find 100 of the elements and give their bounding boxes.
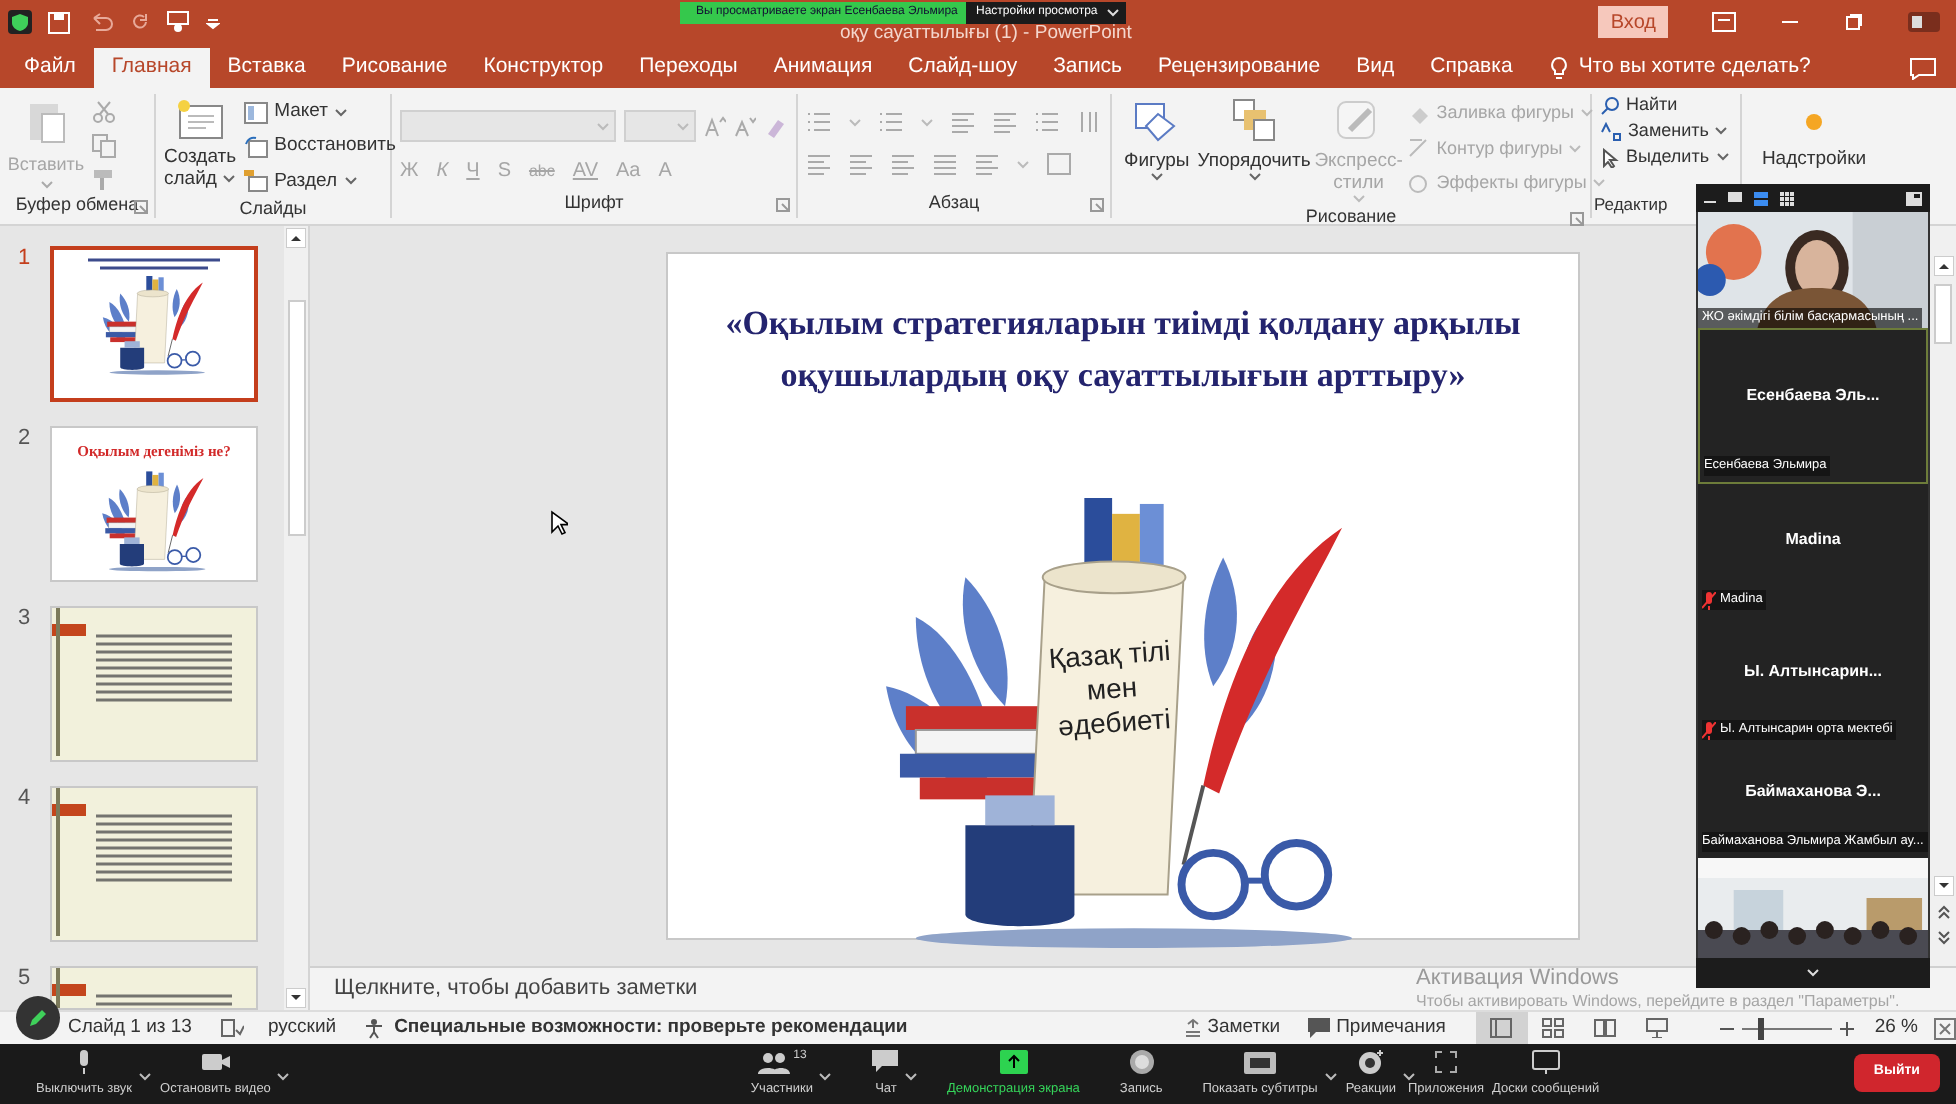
launcher-icon [776, 198, 790, 212]
customize-icon [206, 15, 220, 29]
ribbon-tab[interactable]: Вид [1338, 48, 1413, 88]
restore-icon [1844, 12, 1864, 32]
scrollbar[interactable] [284, 226, 308, 1010]
redo-icon [130, 12, 150, 32]
ribbon-button[interactable]: Выделить [1600, 146, 1730, 168]
numbering-icon [878, 110, 904, 134]
caret-icon [848, 117, 862, 127]
slide-number: 2 [18, 426, 33, 454]
group-label: Слайды [239, 195, 307, 222]
lightbulb-icon [1550, 56, 1569, 80]
caret-icon [1715, 152, 1730, 162]
grow-font-icon [704, 115, 726, 137]
launcher-icon [1090, 198, 1104, 212]
next-slide-icon [1933, 928, 1953, 948]
zoom-level[interactable]: 26 % [1874, 1013, 1918, 1043]
slide-number: 3 [18, 606, 33, 634]
caret-icon [1016, 159, 1030, 169]
ribbon-tab[interactable]: Вставка [209, 48, 324, 88]
notes-button[interactable]: Заметки [1183, 1013, 1281, 1043]
text-direction-icon [1076, 110, 1102, 134]
scrollbar[interactable] [1930, 226, 1956, 966]
ribbon-tab[interactable]: Слайд-шоу [890, 48, 1036, 88]
zoom-in-icon [1840, 1021, 1855, 1035]
smartart-icon [1046, 152, 1072, 176]
comment-icon [1910, 58, 1936, 80]
activation-title: Активация Windows [1416, 966, 1619, 990]
scroll-down-icon [1933, 876, 1953, 896]
share-screen-icon [999, 1050, 1028, 1074]
group-label: Редактир [1594, 191, 1668, 217]
clear-format-icon [764, 115, 786, 137]
accessibility-status[interactable]: Специальные возможности: проверьте рекомендации [394, 1013, 908, 1043]
addins-icon [1806, 114, 1822, 130]
ribbon-button[interactable]: Макет [244, 98, 396, 127]
caret-icon [818, 1072, 833, 1083]
reset-icon [244, 135, 269, 158]
reactions-icon [1357, 1050, 1384, 1074]
new-slide-icon [176, 98, 225, 142]
caret-icon [1580, 108, 1595, 119]
camera-icon [201, 1052, 230, 1072]
line-spacing-icon [1034, 110, 1060, 134]
launcher-icon [1570, 212, 1584, 226]
caret-icon [676, 121, 690, 131]
microphone-icon [76, 1050, 93, 1074]
group-label: Буфер обмена [15, 192, 139, 218]
slideshow-view-icon [1646, 1018, 1669, 1038]
ribbon-button[interactable]: Упорядочить [1193, 98, 1315, 204]
section-icon [244, 170, 269, 193]
scroll-thumb[interactable] [287, 300, 305, 536]
ribbon-tab[interactable]: Рисование [323, 48, 466, 88]
view-button[interactable] [1475, 1012, 1528, 1044]
ribbon-button[interactable]: Раздел [244, 167, 396, 196]
columns-icon [974, 152, 1000, 176]
ribbon-tab[interactable]: Анимация [755, 48, 891, 88]
ribbon-tab[interactable]: Запись [1035, 48, 1141, 88]
slide-number: 5 [18, 966, 33, 994]
addins-button[interactable]: Надстройки [1761, 114, 1867, 175]
ribbon-tab[interactable]: Справка [1412, 48, 1531, 88]
caret-icon [1247, 172, 1262, 182]
ribbon-tab[interactable]: Рецензирование [1140, 48, 1339, 88]
participant-name: Есенбаева Эль... [1746, 384, 1880, 408]
ribbon-button[interactable]: Фигуры [1120, 98, 1194, 204]
outdent-icon [992, 110, 1018, 134]
ribbon-tab[interactable]: Переходы [621, 48, 756, 88]
caret-icon [1401, 1072, 1416, 1083]
fit-slide-icon [1934, 1017, 1956, 1039]
caret-icon [334, 107, 348, 118]
new-slide-button[interactable]: Создать слайд [164, 98, 237, 196]
copy-icon [92, 134, 116, 158]
whiteboard-icon [1531, 1050, 1560, 1074]
window-title: оқу сауаттылығы (1) - PowerPoint [840, 24, 1132, 44]
grid-view-icon [1780, 191, 1794, 205]
outline-icon [1408, 138, 1431, 159]
fill-icon [1408, 103, 1431, 124]
ribbon-button[interactable]: Восстановить [244, 132, 396, 161]
slide-thumbnail[interactable] [50, 246, 258, 402]
comments-button[interactable]: Примечания [1308, 1013, 1446, 1043]
ribbon-tab[interactable]: Файл [6, 48, 94, 88]
ribbon-tab[interactable]: Главная [93, 48, 210, 88]
caret-icon [1323, 1072, 1338, 1083]
caret-icon [596, 121, 610, 131]
align-left-icon [806, 152, 832, 176]
speaker-view-icon [1728, 192, 1742, 204]
ribbon-button[interactable]: Заменить [1600, 120, 1730, 142]
comment-icon [1308, 1018, 1331, 1038]
zoom-slider[interactable] [1741, 1017, 1833, 1039]
tell-me-field[interactable]: Что вы хотите сделать? [1578, 52, 1811, 84]
participant-name: Ы. Алтынсарин... [1743, 659, 1883, 683]
sign-in-button[interactable]: Вход [1598, 6, 1668, 38]
participant-name: Баймаханова Э... [1745, 780, 1881, 804]
indent-icon [950, 110, 976, 134]
scroll-up-icon [1933, 256, 1953, 276]
notes-field[interactable]: Щелкните, чтобы добавить заметки [334, 972, 698, 1006]
language-label[interactable]: русский [267, 1013, 337, 1043]
font-size-field[interactable] [624, 110, 696, 142]
ribbon-display-icon [1712, 12, 1736, 32]
ribbon-tab[interactable]: Конструктор [465, 48, 622, 88]
scroll-thumb[interactable] [1934, 284, 1952, 344]
format-painter-icon [92, 168, 116, 192]
